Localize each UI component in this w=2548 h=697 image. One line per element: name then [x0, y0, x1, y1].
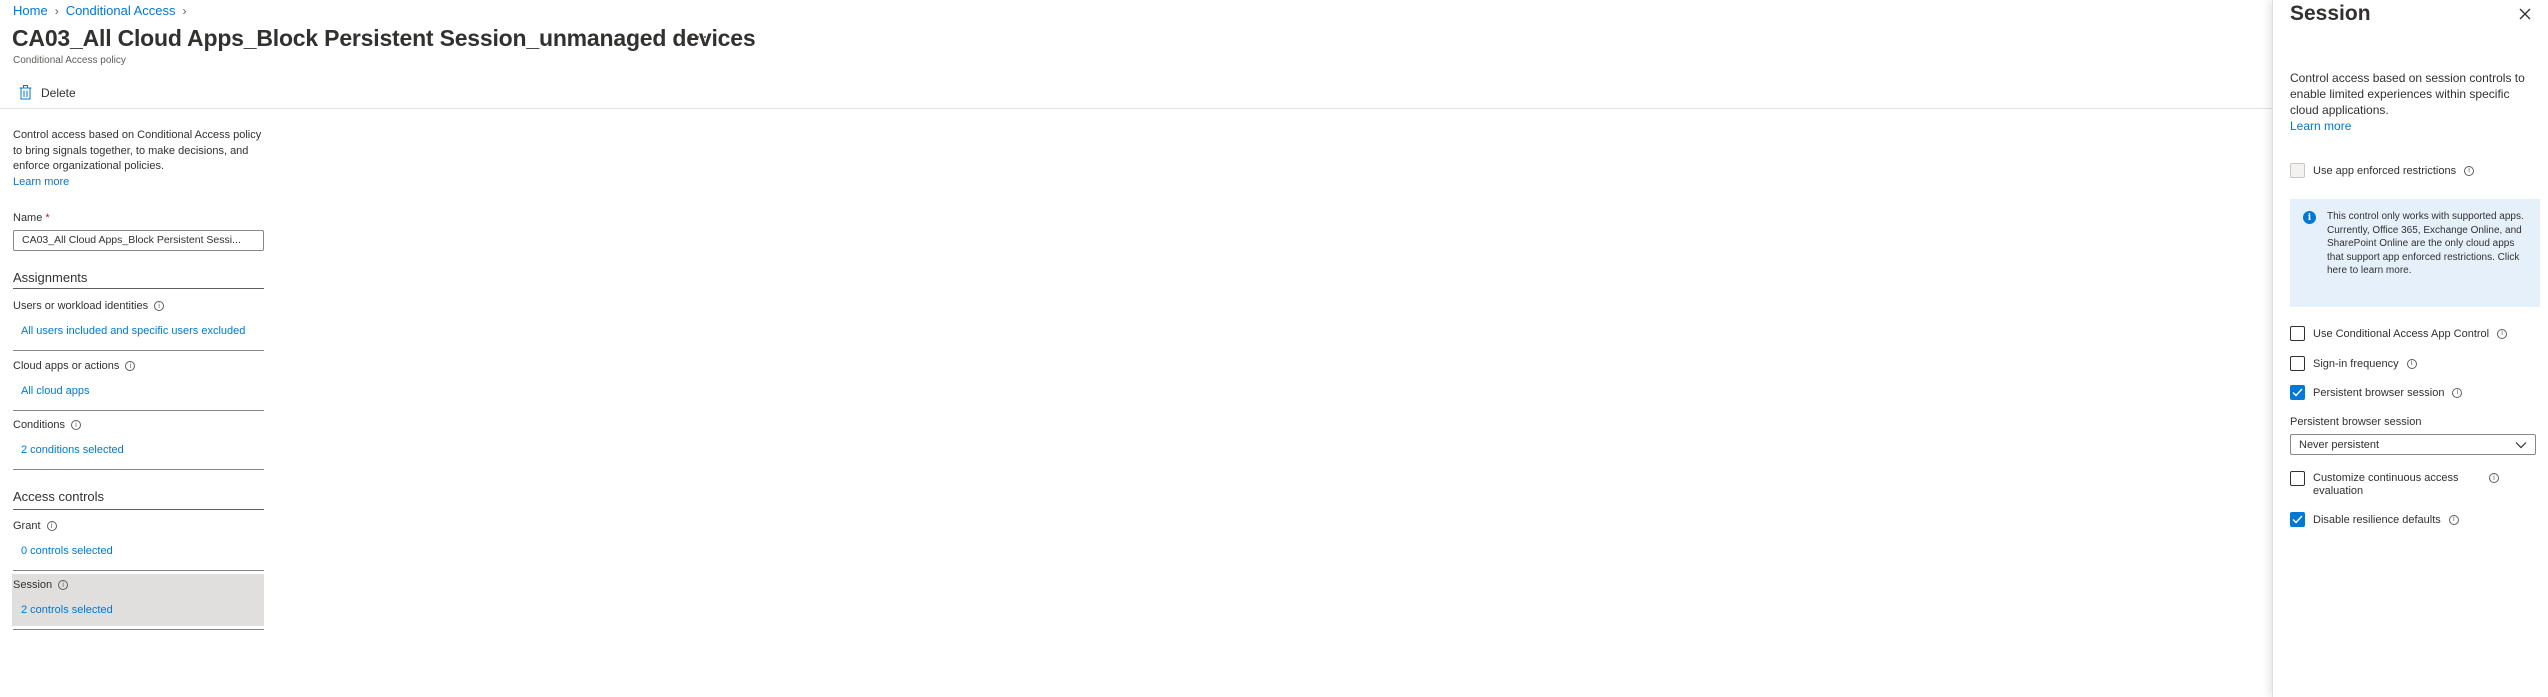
persistent-browser-label: Persistent browser session: [2313, 386, 2445, 399]
dropdown-value: Never persistent: [2299, 438, 2380, 451]
persistent-browser-dropdown[interactable]: Never persistent: [2290, 434, 2536, 455]
divider: [13, 469, 264, 470]
info-icon[interactable]: i: [154, 301, 165, 311]
access-controls-heading: Access controls: [13, 489, 105, 504]
info-icon[interactable]: i: [2452, 387, 2463, 398]
info-icon[interactable]: i: [46, 521, 57, 531]
conditions-link[interactable]: 2 conditions selected: [21, 444, 124, 456]
users-link[interactable]: All users included and specific users ex…: [21, 325, 245, 337]
panel-description: Control access based on session controls…: [2290, 70, 2540, 134]
persistent-browser-checkbox[interactable]: [2290, 385, 2305, 400]
session-link[interactable]: 2 controls selected: [21, 604, 113, 616]
policy-description: Control access based on Conditional Acce…: [13, 128, 263, 190]
continuous-access-label: Customize continuous access evaluation: [2313, 472, 2459, 497]
cloud-apps-link[interactable]: All cloud apps: [21, 385, 90, 397]
more-options-icon[interactable]: ···: [688, 26, 709, 47]
trash-icon: [19, 85, 32, 100]
divider: [13, 410, 264, 411]
page-title: CA03_All Cloud Apps_Block Persistent Ses…: [12, 25, 756, 51]
cloud-apps-label: Cloud apps or actions i: [13, 360, 136, 372]
ca-app-control-label: Use Conditional Access App Control: [2313, 327, 2490, 340]
divider: [13, 629, 264, 630]
breadcrumb-home[interactable]: Home: [13, 3, 48, 18]
panel-learn-more-link[interactable]: Learn more: [2290, 118, 2540, 134]
conditions-label-text: Conditions: [13, 419, 65, 431]
checkmark-icon: [2292, 515, 2303, 524]
persistent-browser-dropdown-label: Persistent browser session: [2290, 416, 2422, 428]
divider: [13, 509, 264, 510]
info-message-box: i This control only works with supported…: [2290, 199, 2540, 307]
info-icon[interactable]: i: [2406, 358, 2417, 369]
learn-more-link[interactable]: Learn more: [13, 175, 263, 191]
info-icon[interactable]: i: [2464, 165, 2475, 176]
chevron-down-icon: [2515, 441, 2527, 448]
panel-title: Session: [2290, 2, 2371, 25]
description-text: Control access based on Conditional Acce…: [13, 129, 262, 172]
resilience-defaults-checkbox[interactable]: [2290, 512, 2305, 527]
users-label: Users or workload identities i: [13, 300, 165, 312]
delete-button[interactable]: Delete: [19, 85, 76, 100]
chevron-right-icon: ›: [54, 3, 59, 18]
divider: [13, 570, 264, 571]
name-label: Name *: [13, 212, 50, 224]
name-input[interactable]: CA03_All Cloud Apps_Block Persistent Ses…: [13, 230, 264, 251]
continuous-access-option[interactable]: Customize continuous access evaluation i: [2290, 471, 2499, 498]
info-icon: i: [2303, 211, 2316, 224]
session-label-text: Session: [13, 579, 53, 591]
session-label: Session i: [13, 579, 69, 591]
cloud-apps-label-text: Cloud apps or actions: [13, 360, 120, 372]
persistent-browser-option[interactable]: Persistent browser session i: [2290, 385, 2463, 400]
divider: [13, 350, 264, 351]
delete-label: Delete: [41, 85, 76, 100]
info-icon[interactable]: i: [2497, 328, 2508, 339]
app-enforced-checkbox: [2290, 163, 2305, 178]
assignments-heading: Assignments: [13, 270, 88, 285]
close-icon[interactable]: [2517, 6, 2533, 22]
info-icon[interactable]: i: [125, 361, 136, 371]
info-icon[interactable]: i: [70, 420, 81, 430]
continuous-access-checkbox[interactable]: [2290, 471, 2305, 486]
name-label-text: Name: [13, 212, 43, 224]
conditions-label: Conditions i: [13, 419, 81, 431]
breadcrumb-conditional-access[interactable]: Conditional Access: [66, 3, 176, 18]
resilience-defaults-option[interactable]: Disable resilience defaults i: [2290, 512, 2459, 527]
grant-label: Grant i: [13, 520, 57, 532]
info-icon[interactable]: i: [2489, 473, 2499, 483]
signin-frequency-option[interactable]: Sign-in frequency i: [2290, 356, 2417, 371]
required-marker: *: [45, 212, 50, 224]
signin-frequency-checkbox[interactable]: [2290, 356, 2305, 371]
checkmark-icon: [2292, 388, 2303, 397]
info-icon[interactable]: i: [58, 580, 69, 590]
divider: [13, 288, 264, 289]
grant-link[interactable]: 0 controls selected: [21, 545, 113, 557]
ca-app-control-option[interactable]: Use Conditional Access App Control i: [2290, 326, 2508, 341]
breadcrumb: Home › Conditional Access ›: [13, 3, 187, 18]
info-icon[interactable]: i: [2448, 514, 2459, 525]
session-panel: Session Control access based on session …: [2272, 0, 2548, 697]
toolbar-divider: [0, 108, 2272, 109]
users-label-text: Users or workload identities: [13, 300, 149, 312]
page-subtitle: Conditional Access policy: [13, 55, 126, 66]
app-enforced-restrictions-option: Use app enforced restrictions i: [2290, 163, 2475, 178]
resilience-defaults-label: Disable resilience defaults: [2313, 513, 2441, 526]
info-message-text[interactable]: This control only works with supported a…: [2327, 210, 2527, 278]
grant-label-text: Grant: [13, 520, 41, 532]
chevron-right-icon: ›: [182, 3, 187, 18]
ca-app-control-checkbox[interactable]: [2290, 326, 2305, 341]
panel-description-text: Control access based on session controls…: [2290, 71, 2525, 117]
signin-frequency-label: Sign-in frequency: [2313, 357, 2399, 370]
app-enforced-label: Use app enforced restrictions: [2313, 164, 2457, 177]
